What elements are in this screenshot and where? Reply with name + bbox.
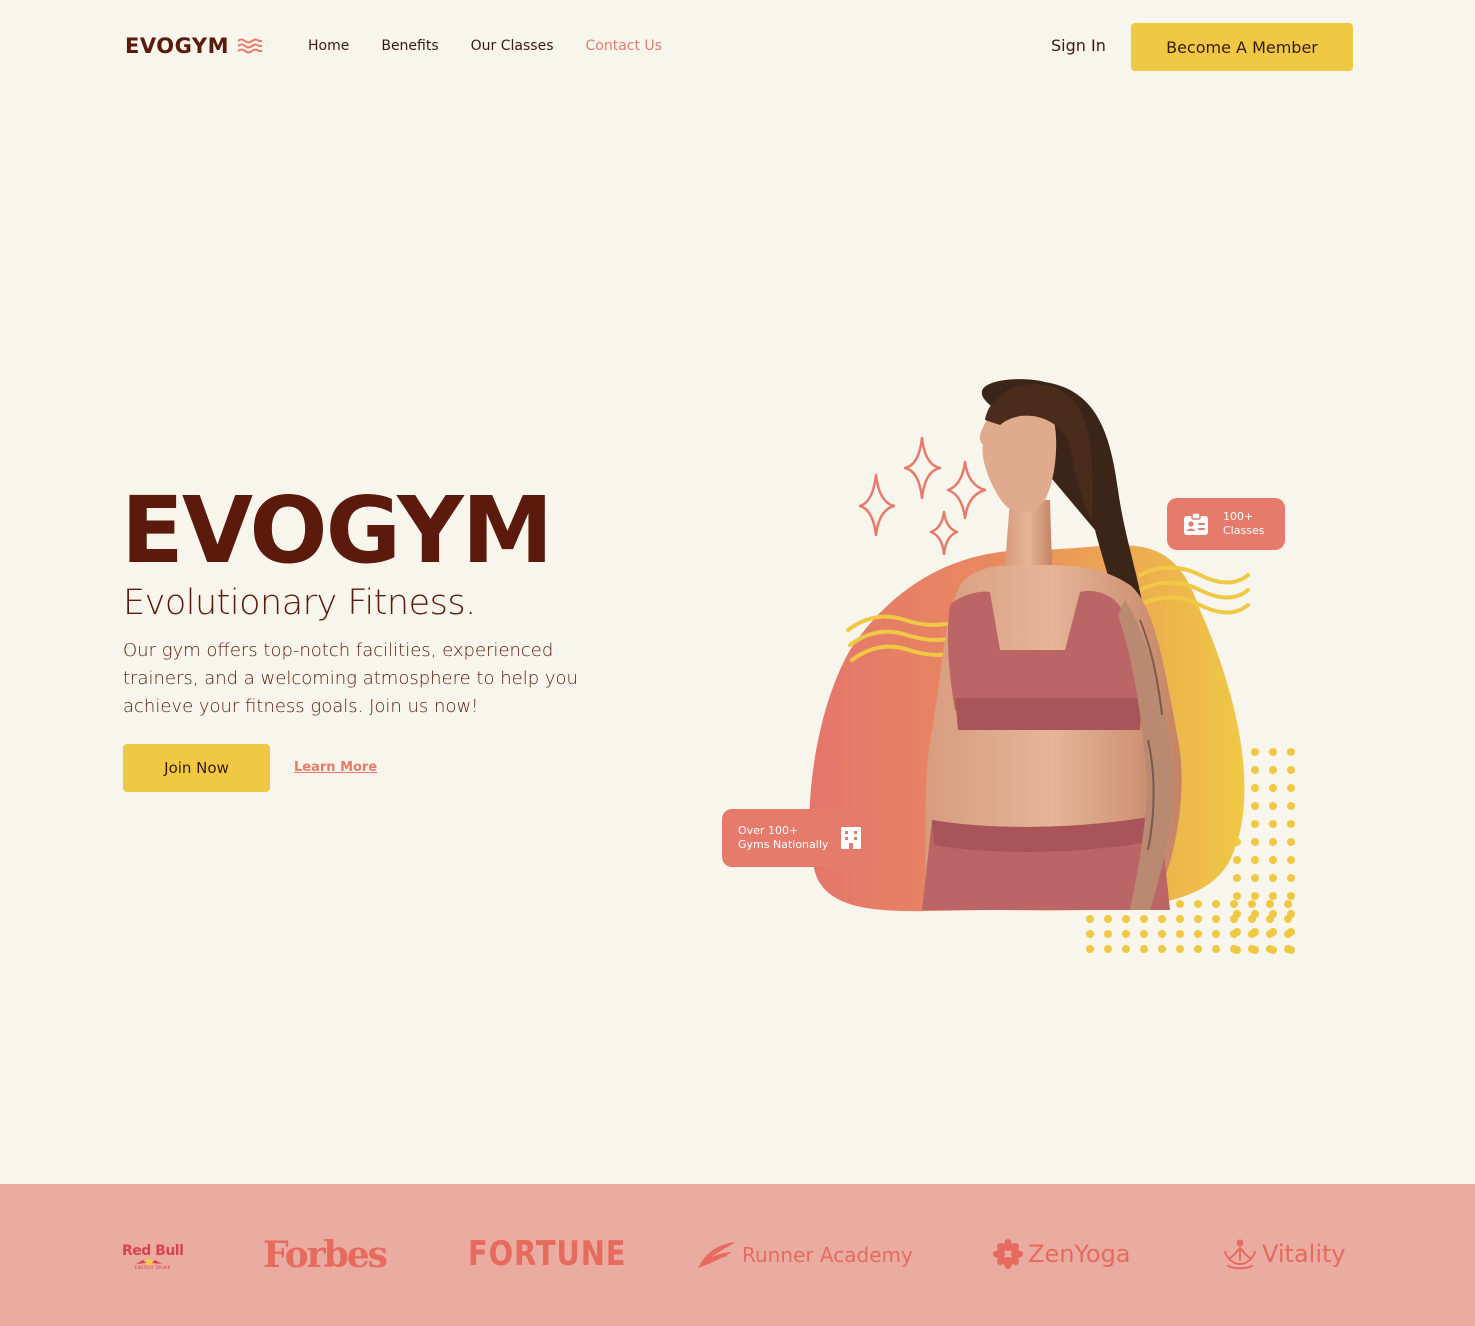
gyms-badge: Over 100+ Gyms Nationally: [722, 809, 872, 867]
zenyoga-text: ZenYoga: [1028, 1240, 1131, 1268]
id-card-icon: [1184, 512, 1208, 535]
nav-link-home[interactable]: Home: [308, 38, 349, 54]
classes-badge-label: Classes: [1223, 524, 1265, 537]
brand-logo[interactable]: EVOGYM: [125, 34, 263, 58]
become-member-button[interactable]: Become A Member: [1131, 23, 1353, 71]
classes-badge: 100+ Classes: [1167, 498, 1285, 550]
sparkle-stars: [858, 436, 987, 556]
nav-link-contact-us[interactable]: Contact Us: [586, 38, 662, 54]
brand-name: EVOGYM: [125, 34, 229, 58]
woman-figure: [922, 379, 1182, 910]
wing-icon: [698, 1242, 736, 1268]
join-now-button[interactable]: Join Now: [123, 744, 270, 792]
building-icon: [841, 827, 862, 849]
flower-icon: [993, 1239, 1023, 1269]
sign-in-link[interactable]: Sign In: [1051, 36, 1106, 55]
hero-description: Our gym offers top-notch facilities, exp…: [123, 640, 578, 717]
gyms-badge-label: Gyms Nationally: [738, 838, 829, 851]
hero-illustration: [809, 379, 1295, 954]
sponsor-vitality: Vitality: [1222, 1238, 1346, 1270]
sponsor-redbull: Red Bull ENERGY DRINK: [122, 1240, 184, 1270]
nav-link-benefits[interactable]: Benefits: [381, 38, 438, 54]
hero-title: EVOGYM: [121, 477, 553, 584]
sponsor-bar: Red Bull ENERGY DRINK Forbes FORTUNE Run…: [0, 1184, 1475, 1326]
sponsor-runner-academy: Runner Academy: [696, 1240, 913, 1270]
nav-links: Home Benefits Our Classes Contact Us: [308, 38, 694, 54]
runner-academy-text: Runner Academy: [742, 1243, 913, 1267]
bulls-icon: [136, 1258, 162, 1266]
sponsor-forbes: Forbes: [263, 1234, 388, 1276]
sponsor-fortune: FORTUNE: [468, 1234, 627, 1274]
sponsor-zenyoga: ZenYoga: [992, 1238, 1131, 1270]
top-navigation: EVOGYM Home Benefits Our Classes Contact…: [0, 0, 1475, 94]
classes-badge-count: 100+: [1223, 510, 1254, 523]
gyms-badge-count: Over 100+: [738, 824, 799, 837]
waves-icon: [237, 38, 262, 54]
redbull-logo-text: Red Bull: [122, 1243, 184, 1259]
vitality-text: Vitality: [1262, 1240, 1346, 1268]
hero-subtitle: Evolutionary Fitness.: [123, 583, 476, 623]
nav-link-our-classes[interactable]: Our Classes: [471, 38, 554, 54]
lotus-person-icon: [1224, 1239, 1256, 1270]
learn-more-link[interactable]: Learn More: [294, 760, 377, 775]
